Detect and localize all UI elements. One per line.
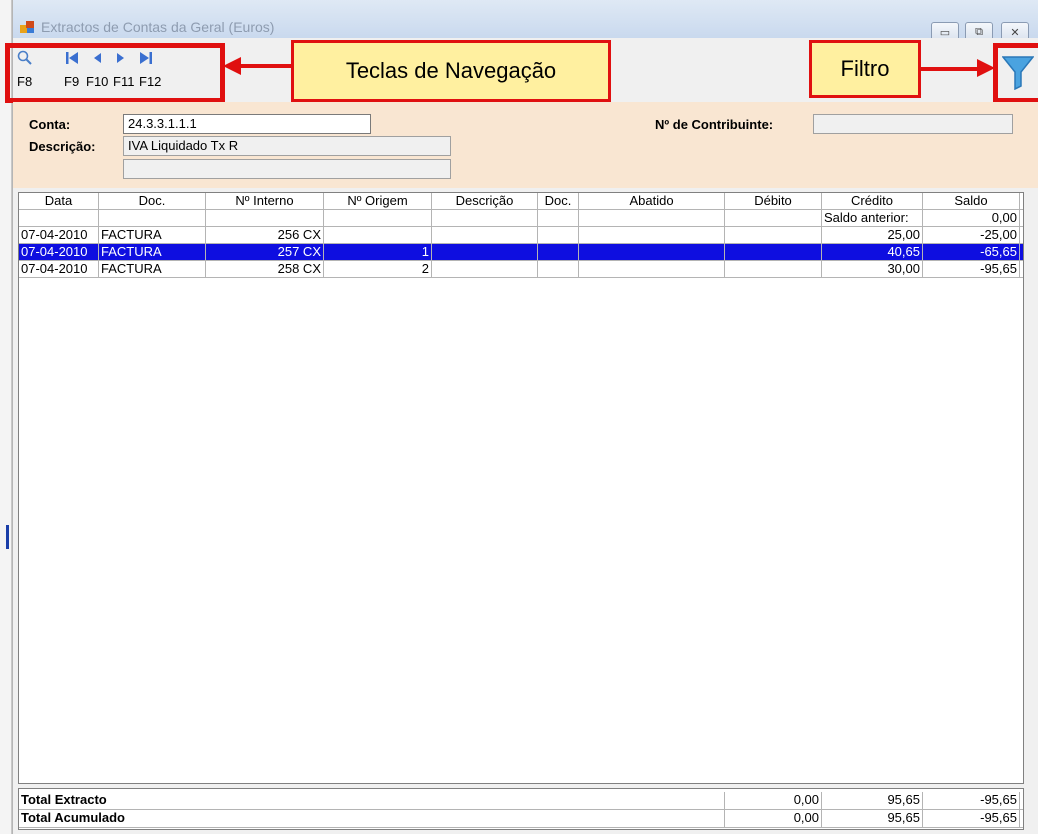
cell-descricao <box>432 227 538 243</box>
total-acumulado-saldo: -95,65 <box>923 810 1020 827</box>
total-extracto-saldo: -95,65 <box>923 792 1020 809</box>
window-title: Extractos de Contas da Geral (Euros) <box>41 19 275 35</box>
cell-saldo: -65,65 <box>923 244 1020 260</box>
cell-doc-2 <box>538 261 579 277</box>
minimize-icon: ▭ <box>939 26 951 39</box>
empty-cell <box>432 210 538 226</box>
extract-grid[interactable]: Data Doc. Nº Interno Nº Origem Descrição… <box>18 192 1024 784</box>
close-icon: ✕ <box>1010 26 1020 39</box>
empty-cell <box>99 210 206 226</box>
total-extracto-label: Total Extracto <box>19 792 725 809</box>
cell-doc-2 <box>538 227 579 243</box>
cell-numero-origem <box>324 227 432 243</box>
title-bar[interactable]: Extractos de Contas da Geral (Euros) ▭ ⧉… <box>13 0 1038 42</box>
background-window-marker <box>6 525 9 549</box>
cell-credito: 40,65 <box>822 244 923 260</box>
cell-abatido <box>579 244 725 260</box>
cell-doc-2 <box>538 244 579 260</box>
conta-label: Conta: <box>29 117 71 132</box>
cell-doc: FACTURA <box>99 244 206 260</box>
filter-arrow-line <box>921 67 983 71</box>
saldo-anterior-label: Saldo anterior: <box>822 210 923 226</box>
cell-doc: FACTURA <box>99 227 206 243</box>
cell-saldo: -95,65 <box>923 261 1020 277</box>
cell-data: 07-04-2010 <box>19 261 99 277</box>
navigation-highlight-box <box>5 43 225 103</box>
grid-header-row: Data Doc. Nº Interno Nº Origem Descrição… <box>19 193 1023 210</box>
cell-descricao <box>432 261 538 277</box>
total-extracto-debito: 0,00 <box>725 792 822 809</box>
filter-callout: Filtro <box>809 40 921 98</box>
conta-field[interactable]: 24.3.3.1.1.1 <box>123 114 371 134</box>
descricao-label: Descrição: <box>29 139 96 154</box>
totals-panel: Total Extracto 0,00 95,65 -95,65 Total A… <box>18 788 1024 830</box>
col-header-numero-origem[interactable]: Nº Origem <box>324 193 432 209</box>
filter-highlight-box <box>993 43 1038 103</box>
table-row[interactable]: 07-04-2010 FACTURA 256 CX 25,00 -25,00 <box>19 227 1023 244</box>
cell-debito <box>725 227 822 243</box>
cell-debito <box>725 244 822 260</box>
empty-cell <box>538 210 579 226</box>
col-header-numero-interno[interactable]: Nº Interno <box>206 193 324 209</box>
cell-debito <box>725 261 822 277</box>
total-extracto-row: Total Extracto 0,00 95,65 -95,65 <box>19 792 1023 810</box>
app-icon <box>20 21 34 33</box>
empty-cell <box>725 210 822 226</box>
descricao-field[interactable]: IVA Liquidado Tx R <box>123 136 451 156</box>
nav-arrow-head-icon <box>223 57 241 75</box>
col-header-abatido[interactable]: Abatido <box>579 193 725 209</box>
col-header-data[interactable]: Data <box>19 193 99 209</box>
cell-data: 07-04-2010 <box>19 227 99 243</box>
cell-descricao <box>432 244 538 260</box>
col-header-credito[interactable]: Crédito <box>822 193 923 209</box>
cell-credito: 25,00 <box>822 227 923 243</box>
contribuinte-field[interactable] <box>813 114 1013 134</box>
descricao-field-2[interactable] <box>123 159 451 179</box>
cell-saldo: -25,00 <box>923 227 1020 243</box>
contribuinte-label: Nº de Contribuinte: <box>655 117 774 132</box>
cell-numero-interno: 256 CX <box>206 227 324 243</box>
cell-numero-interno: 257 CX <box>206 244 324 260</box>
col-header-saldo[interactable]: Saldo <box>923 193 1020 209</box>
empty-cell <box>206 210 324 226</box>
col-header-debito[interactable]: Débito <box>725 193 822 209</box>
cell-abatido <box>579 227 725 243</box>
total-acumulado-label: Total Acumulado <box>19 810 725 827</box>
table-row-selected[interactable]: 07-04-2010 FACTURA 257 CX 1 40,65 -65,65 <box>19 244 1023 261</box>
maximize-icon: ⧉ <box>975 25 983 38</box>
saldo-anterior-value: 0,00 <box>923 210 1020 226</box>
cell-abatido <box>579 261 725 277</box>
cell-numero-origem: 1 <box>324 244 432 260</box>
total-acumulado-row: Total Acumulado 0,00 95,65 -95,65 <box>19 810 1023 828</box>
navigation-callout: Teclas de Navegação <box>291 40 611 102</box>
table-row[interactable]: 07-04-2010 FACTURA 258 CX 2 30,00 -95,65 <box>19 261 1023 278</box>
cell-numero-origem: 2 <box>324 261 432 277</box>
cell-doc: FACTURA <box>99 261 206 277</box>
total-acumulado-debito: 0,00 <box>725 810 822 827</box>
extractos-window: Extractos de Contas da Geral (Euros) ▭ ⧉… <box>5 0 1038 834</box>
empty-cell <box>19 210 99 226</box>
cell-data: 07-04-2010 <box>19 244 99 260</box>
cell-numero-interno: 258 CX <box>206 261 324 277</box>
account-header-panel: Conta: 24.3.3.1.1.1 Descrição: IVA Liqui… <box>13 102 1038 188</box>
col-header-doc-2[interactable]: Doc. <box>538 193 579 209</box>
col-header-doc[interactable]: Doc. <box>99 193 206 209</box>
background-window-edge <box>0 0 12 834</box>
total-extracto-credito: 95,65 <box>822 792 923 809</box>
total-acumulado-credito: 95,65 <box>822 810 923 827</box>
saldo-anterior-row[interactable]: Saldo anterior: 0,00 <box>19 210 1023 227</box>
cell-credito: 30,00 <box>822 261 923 277</box>
empty-cell <box>324 210 432 226</box>
empty-cell <box>579 210 725 226</box>
col-header-descricao[interactable]: Descrição <box>432 193 538 209</box>
